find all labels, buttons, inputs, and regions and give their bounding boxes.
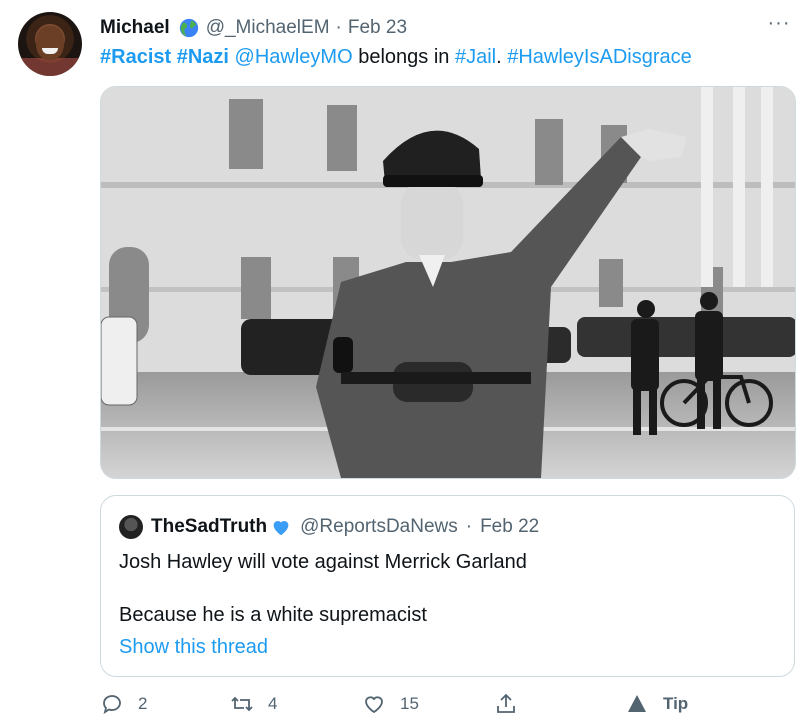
tip-label: Tip [663, 694, 689, 713]
action-bar: 2 4 15 Tip [100, 692, 800, 724]
show-thread-link[interactable]: Show this thread [119, 634, 268, 660]
reply-count: 2 [138, 694, 148, 713]
retweet-button[interactable]: 4 [230, 692, 277, 716]
tweet-header: Michael @_MichaelEM · Feb 23 [100, 16, 407, 40]
author-name[interactable]: Michael [100, 17, 170, 39]
share-icon [497, 693, 515, 713]
tweet-date[interactable]: Feb 23 [348, 17, 407, 39]
like-count: 15 [400, 694, 419, 713]
quoted-header: TheSadTruth @ReportsDaNews · Feb 22 [151, 516, 539, 538]
quoted-tweet[interactable]: TheSadTruth @ReportsDaNews · Feb 22 Josh… [100, 495, 795, 677]
tweet-text: #Racist #Nazi @HawleyMO belongs in #Jail… [100, 44, 692, 70]
avatar-background [20, 58, 80, 76]
blue-heart-icon [273, 521, 289, 536]
text-fragment: belongs in [358, 46, 450, 68]
quoted-text-line-2: Because he is a white supremacist [119, 604, 427, 626]
tweet-image[interactable] [100, 86, 796, 479]
like-icon [365, 696, 383, 714]
quoted-text-line-1: Josh Hawley will vote against Merrick Ga… [119, 551, 527, 573]
quoted-avatar[interactable] [119, 515, 143, 539]
quoted-date[interactable]: Feb 22 [480, 516, 539, 538]
avatar[interactable] [18, 12, 82, 76]
quoted-author-name[interactable]: TheSadTruth [151, 516, 267, 538]
hashtag-racist[interactable]: #Racist [100, 46, 171, 68]
like-button[interactable]: 15 [362, 692, 419, 716]
share-button[interactable] [494, 692, 532, 716]
avatar-face [36, 26, 64, 60]
hashtag-jail[interactable]: #Jail [455, 46, 496, 68]
hashtag-hawleyisadisgrace[interactable]: #HawleyIsADisgrace [507, 46, 692, 68]
quoted-separator-dot: · [465, 516, 473, 537]
tip-icon [628, 695, 646, 712]
tweet[interactable]: Michael @_MichaelEM · Feb 23 ··· #Racist… [0, 0, 805, 728]
photo-illustration [101, 87, 795, 478]
retweet-icon [231, 696, 253, 712]
hashtag-nazi[interactable]: #Nazi [177, 46, 229, 68]
globe-icon [179, 18, 198, 38]
mention-hawleymo[interactable]: @HawleyMO [235, 46, 353, 68]
tip-button[interactable]: Tip [625, 692, 688, 716]
quoted-handle[interactable]: @ReportsDaNews [300, 516, 458, 538]
retweet-count: 4 [268, 694, 278, 713]
author-handle[interactable]: @_MichaelEM [206, 17, 330, 39]
reply-icon [103, 695, 121, 714]
separator-dot: · [335, 17, 342, 38]
reply-button[interactable]: 2 [100, 692, 147, 716]
period: . [496, 46, 502, 68]
more-icon[interactable]: ··· [764, 13, 794, 36]
